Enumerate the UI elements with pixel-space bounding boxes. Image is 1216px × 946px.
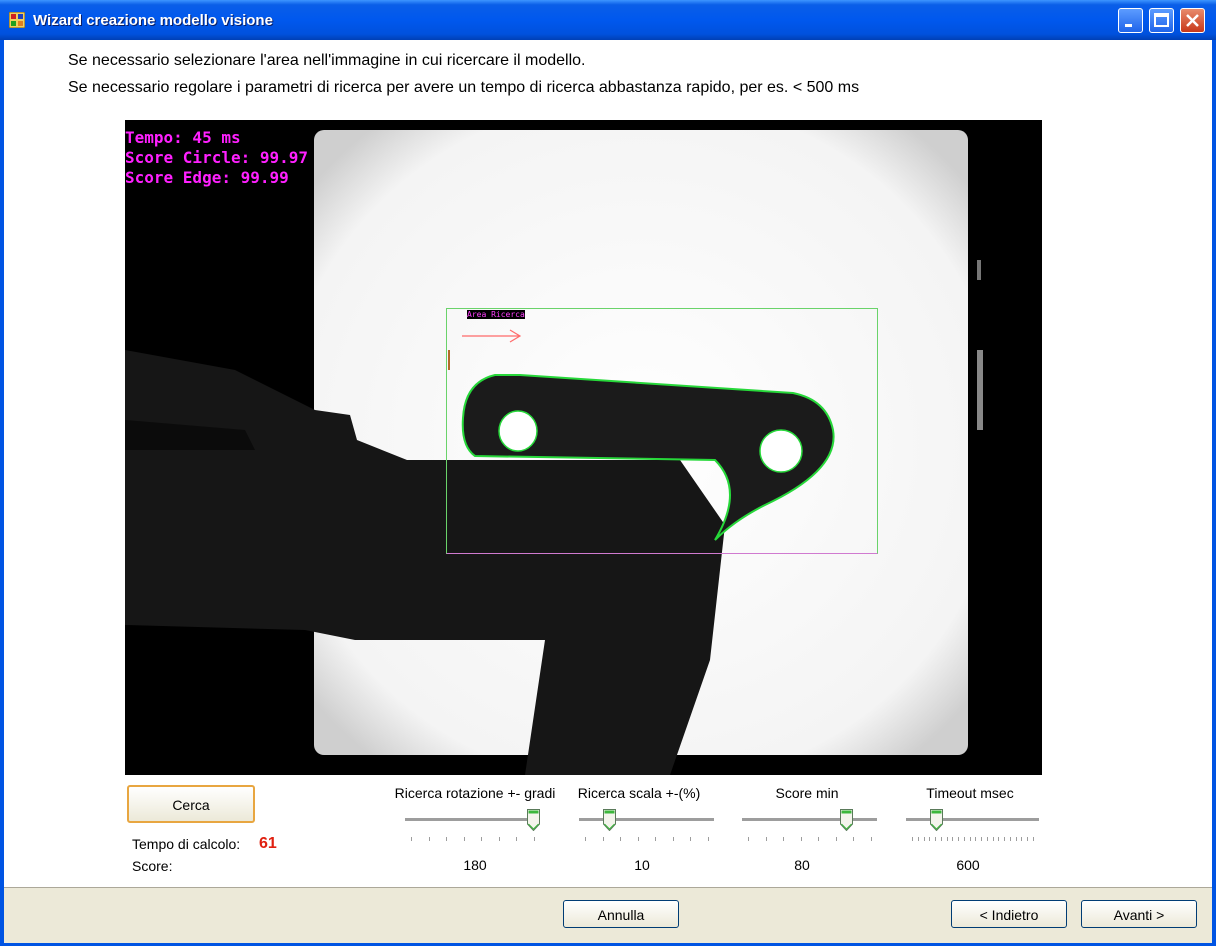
slider-thumb[interactable]	[527, 809, 540, 831]
wizard-footer: Annulla < Indietro Avanti >	[4, 887, 1212, 943]
slider-tick	[912, 837, 913, 841]
slider-tick	[534, 837, 535, 841]
slider-tick	[516, 837, 518, 841]
slider-tick	[463, 837, 465, 841]
slider-tick	[446, 837, 448, 841]
slider-tick	[1004, 837, 1006, 841]
window-title: Wizard creazione modello visione	[33, 12, 273, 29]
score-label: Score:	[132, 858, 173, 874]
slider-track[interactable]	[405, 818, 540, 822]
overlay-score-circle: Score Circle: 99.97	[125, 148, 311, 168]
scale-slider-title: Ricerca scala +-(%)	[577, 785, 701, 801]
slider-thumb[interactable]	[930, 809, 943, 831]
slider-tick	[800, 837, 802, 841]
score-min-slider-title: Score min	[775, 785, 839, 801]
slider-tick	[969, 837, 971, 841]
slider-tick	[853, 837, 855, 841]
slider-tick	[946, 837, 948, 841]
overlay-score-edge: Score Edge: 99.99	[125, 168, 291, 188]
calc-time-label: Tempo di calcolo:	[132, 836, 241, 852]
slider-tick	[481, 837, 483, 841]
slider-tick	[765, 837, 767, 841]
slider-tick	[1009, 837, 1011, 841]
slider-tick	[992, 837, 994, 841]
slider-tick	[981, 837, 983, 841]
slider-tick	[818, 837, 820, 841]
slider-thumb[interactable]	[839, 809, 853, 831]
slider-tick	[929, 837, 931, 841]
search-button[interactable]: Cerca	[127, 785, 255, 823]
wizard-content: Se necessario selezionare l'area nell'im…	[4, 40, 1212, 943]
slider-tick	[835, 837, 837, 841]
rotation-slider-title: Ricerca rotazione +- gradi	[394, 785, 556, 801]
slider-track[interactable]	[742, 818, 877, 822]
instruction-line-2: Se necessario regolare i parametri di ri…	[68, 79, 860, 96]
back-button[interactable]: < Indietro	[951, 900, 1067, 928]
timeout-slider-value: 600	[956, 857, 980, 873]
slider-tick	[748, 837, 749, 841]
slider-tick	[975, 837, 977, 841]
slider-tick	[655, 837, 657, 841]
slider-tick	[998, 837, 1000, 841]
slider-thumb[interactable]	[603, 809, 617, 831]
slider-tick	[708, 837, 709, 841]
slider-tick	[963, 837, 965, 841]
maximize-button[interactable]	[1149, 8, 1174, 33]
slider-tick	[498, 837, 500, 841]
slider-tick	[411, 837, 412, 841]
slider-tick	[672, 837, 674, 841]
slider-tick	[783, 837, 785, 841]
minimize-button[interactable]	[1118, 8, 1143, 33]
search-area-roi[interactable]: Area Ricerca	[446, 308, 878, 554]
slider-tick	[428, 837, 430, 841]
rotation-slider-value: 180	[463, 857, 487, 873]
slider-tick	[1033, 837, 1034, 841]
cancel-button[interactable]: Annulla	[563, 900, 679, 928]
slider-tick	[637, 837, 639, 841]
slider-tick	[1021, 837, 1023, 841]
wizard-window: Wizard creazione modello visione Se nece…	[0, 0, 1216, 946]
calc-time-value: 61	[259, 835, 277, 852]
maximize-icon	[1154, 13, 1169, 27]
slider-tick	[952, 837, 954, 841]
slider-tick	[1015, 837, 1017, 841]
next-button[interactable]: Avanti >	[1081, 900, 1197, 928]
slider-tick	[923, 837, 925, 841]
title-bar[interactable]: Wizard creazione modello visione	[0, 0, 1216, 40]
camera-image-viewer[interactable]: Tempo: 45 ms Score Circle: 99.97 Score E…	[125, 120, 1042, 775]
slider-tick	[986, 837, 988, 841]
overlay-time: Tempo: 45 ms	[125, 128, 243, 148]
slider-track[interactable]	[906, 818, 1039, 822]
score-min-slider-value: 80	[794, 857, 810, 873]
slider-tick	[935, 837, 937, 841]
slider-tick	[620, 837, 622, 841]
close-button[interactable]	[1180, 8, 1205, 33]
roi-label: Area Ricerca	[467, 310, 525, 319]
slider-tick	[871, 837, 872, 841]
timeout-slider-title: Timeout msec	[926, 785, 1014, 801]
close-icon	[1186, 14, 1199, 27]
slider-tick	[917, 837, 919, 841]
slider-tick	[602, 837, 604, 841]
slider-tick	[585, 837, 586, 841]
slider-tick	[958, 837, 960, 841]
slider-tick	[1027, 837, 1029, 841]
slider-track[interactable]	[579, 818, 714, 822]
slider-tick	[690, 837, 692, 841]
minimize-icon	[1125, 24, 1132, 27]
app-icon	[9, 12, 25, 28]
slider-tick	[940, 837, 942, 841]
instruction-line-1: Se necessario selezionare l'area nell'im…	[68, 52, 586, 69]
scale-slider-value: 10	[634, 857, 650, 873]
